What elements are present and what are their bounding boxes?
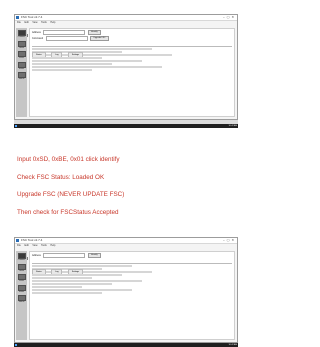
- taskbar-clock: 10:42 AM: [228, 125, 237, 127]
- tab-log[interactable]: Log: [51, 52, 63, 57]
- app-icon: [16, 16, 19, 19]
- address-row: Address Identify: [32, 253, 232, 258]
- sidebar: Connect Read Write Reset Status: [16, 28, 27, 117]
- window-controls[interactable]: –▢✕: [223, 238, 236, 243]
- window-title: FSC Tool v2.7.4: [21, 15, 43, 19]
- command-field[interactable]: [45, 36, 88, 41]
- taskbar-apps: [19, 125, 48, 128]
- main-panel: Address Identify Command Upgrade FSC Sta…: [29, 28, 235, 117]
- identify-button[interactable]: Identify: [88, 253, 101, 258]
- sidebar-label-write: Write: [19, 57, 24, 59]
- address-label: Address: [32, 31, 41, 35]
- start-icon[interactable]: [15, 125, 17, 127]
- tab-settings[interactable]: Settings: [67, 52, 84, 57]
- tab-strip: Status Log Settings: [32, 42, 232, 57]
- app-window: FSC Tool v2.7.4 –▢✕ File Edit View Tools…: [14, 237, 238, 343]
- sidebar-label-reset: Reset: [18, 67, 25, 70]
- app-icon: [16, 239, 19, 242]
- tab-log[interactable]: Log: [51, 269, 63, 274]
- main-panel: Address Identify Status Log Settings: [29, 251, 235, 340]
- sidebar-label-reset: Reset: [18, 290, 25, 293]
- menu-help[interactable]: Help: [50, 244, 55, 247]
- taskbar: 10:42 AM: [14, 124, 238, 128]
- title-bar: FSC Tool v2.7.4 –▢✕: [15, 238, 237, 244]
- instruction-step-4: Then check for FSCStatus Accepted: [17, 208, 119, 216]
- title-bar: FSC Tool v2.7.4 –▢✕: [15, 15, 237, 21]
- tab-status[interactable]: Status: [32, 52, 46, 57]
- instruction-step-3: Upgrade FSC (NEVER UPDATE FSC): [17, 191, 125, 199]
- instruction-step-2: Check FSC Status: Loaded OK: [17, 173, 105, 181]
- start-icon[interactable]: [15, 344, 17, 346]
- sidebar-label-read: Read: [19, 46, 24, 49]
- address-row: Address Identify: [32, 30, 232, 35]
- app-window: FSC Tool v2.7.4 –▢✕ File Edit View Tools…: [14, 14, 238, 120]
- tab-status[interactable]: Status: [32, 269, 46, 274]
- command-row: Command Upgrade FSC: [32, 36, 232, 41]
- address-field[interactable]: [43, 30, 86, 35]
- taskbar-clock: 10:42 AM: [228, 344, 237, 346]
- tab-settings[interactable]: Settings: [67, 269, 84, 274]
- instruction-list: Input 0xSD, 0xBE, 0x01 click identify Ch…: [17, 156, 247, 226]
- window-title: FSC Tool v2.7.4: [21, 238, 43, 242]
- sidebar-label-connect: Connect: [17, 259, 26, 261]
- identify-button[interactable]: Identify: [88, 30, 101, 35]
- menu-help[interactable]: Help: [50, 21, 55, 24]
- address-field[interactable]: [43, 253, 86, 258]
- command-label: Command: [32, 37, 44, 41]
- address-label: Address: [32, 254, 41, 258]
- screenshot-identify: FSC Tool v2.7.4 –▢✕ File Edit View Tools…: [14, 14, 238, 128]
- sidebar-label-status: Status: [18, 78, 25, 80]
- sidebar-label-read: Read: [19, 269, 24, 272]
- sidebar: Connect Read Write Reset Status: [16, 251, 27, 340]
- upgrade-fsc-button[interactable]: Upgrade FSC: [90, 36, 109, 41]
- window-controls[interactable]: –▢✕: [223, 15, 236, 20]
- tab-strip: Status Log Settings: [32, 259, 232, 274]
- sidebar-label-connect: Connect: [17, 36, 26, 38]
- sidebar-label-write: Write: [19, 280, 24, 282]
- taskbar: 10:42 AM: [14, 343, 238, 347]
- screenshot-fsc-status: FSC Tool v2.7.4 –▢✕ File Edit View Tools…: [14, 237, 238, 347]
- sidebar-label-status: Status: [18, 301, 25, 303]
- instruction-step-1: Input 0xSD, 0xBE, 0x01 click identify: [17, 156, 120, 163]
